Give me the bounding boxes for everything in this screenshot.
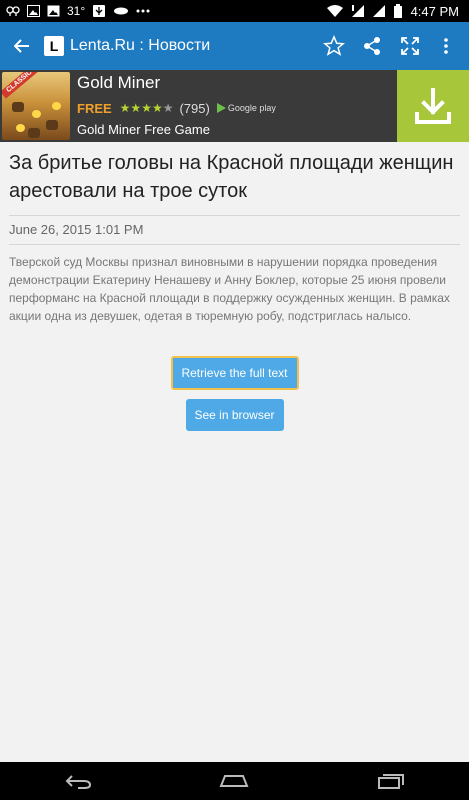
share-icon xyxy=(364,37,380,55)
ad-download-button[interactable] xyxy=(397,70,469,142)
nav-back-button[interactable] xyxy=(48,762,108,800)
retrieve-full-text-button[interactable]: Retrieve the full text xyxy=(170,356,299,390)
see-in-browser-button[interactable]: See in browser xyxy=(185,399,284,431)
navigation-bar xyxy=(0,762,469,800)
recents-icon xyxy=(377,774,404,789)
app-logo: L xyxy=(44,36,64,56)
article: За бритье головы на Красной площади женщ… xyxy=(0,142,469,325)
star-icon xyxy=(323,35,345,56)
google-play-icon xyxy=(216,103,226,113)
temperature-text: 31° xyxy=(67,4,86,18)
ad-image-badge: CLASSIC xyxy=(2,72,39,99)
wifi-icon xyxy=(326,5,343,17)
download-icon xyxy=(415,88,451,124)
overflow-menu-button[interactable] xyxy=(429,22,463,70)
status-bar: 31° 4:47 PM xyxy=(0,0,469,22)
back-icon xyxy=(65,775,92,789)
more-vert-icon xyxy=(444,38,448,54)
image-icon xyxy=(27,5,40,17)
article-date: June 26, 2015 1:01 PM xyxy=(9,222,144,237)
nav-home-button[interactable] xyxy=(204,762,264,800)
google-play-badge: Google play xyxy=(216,103,276,113)
app-title: Lenta.Ru : Новости xyxy=(70,37,211,54)
article-body: Тверской суд Москвы признал виновными в … xyxy=(9,255,450,323)
fullscreen-button[interactable] xyxy=(391,22,429,70)
favorite-button[interactable] xyxy=(315,22,353,70)
usb-icon xyxy=(92,4,106,18)
fullscreen-icon xyxy=(401,37,419,55)
cloud-icon xyxy=(6,5,20,17)
rating-stars: ★★★★★ xyxy=(119,101,174,115)
article-headline: За бритье головы на Красной площади женщ… xyxy=(9,152,454,202)
share-button[interactable] xyxy=(353,22,391,70)
more-icon xyxy=(136,9,150,13)
ad-subtitle: Gold Miner Free Game xyxy=(77,122,210,137)
picture-icon xyxy=(47,5,60,17)
clock: 4:47 PM xyxy=(410,3,459,19)
ad-app-image: CLASSIC xyxy=(2,72,70,140)
nav-recents-button[interactable] xyxy=(361,762,421,800)
drive-icon xyxy=(113,6,129,16)
ad-banner[interactable]: CLASSIC Gold Miner FREE ★★★★★ (795) Goog… xyxy=(0,70,469,142)
rating-count: (795) xyxy=(179,100,210,116)
store-label: Google play xyxy=(227,103,276,113)
signal-icon xyxy=(351,5,364,17)
signal-icon xyxy=(372,5,385,17)
back-button[interactable] xyxy=(0,22,44,70)
arrow-left-icon xyxy=(14,39,29,53)
action-bar: L Lenta.Ru : Новости xyxy=(0,22,469,70)
home-icon xyxy=(220,775,249,787)
ad-title: Gold Miner xyxy=(77,73,161,92)
battery-icon xyxy=(393,4,402,18)
ad-price: FREE xyxy=(77,100,112,116)
